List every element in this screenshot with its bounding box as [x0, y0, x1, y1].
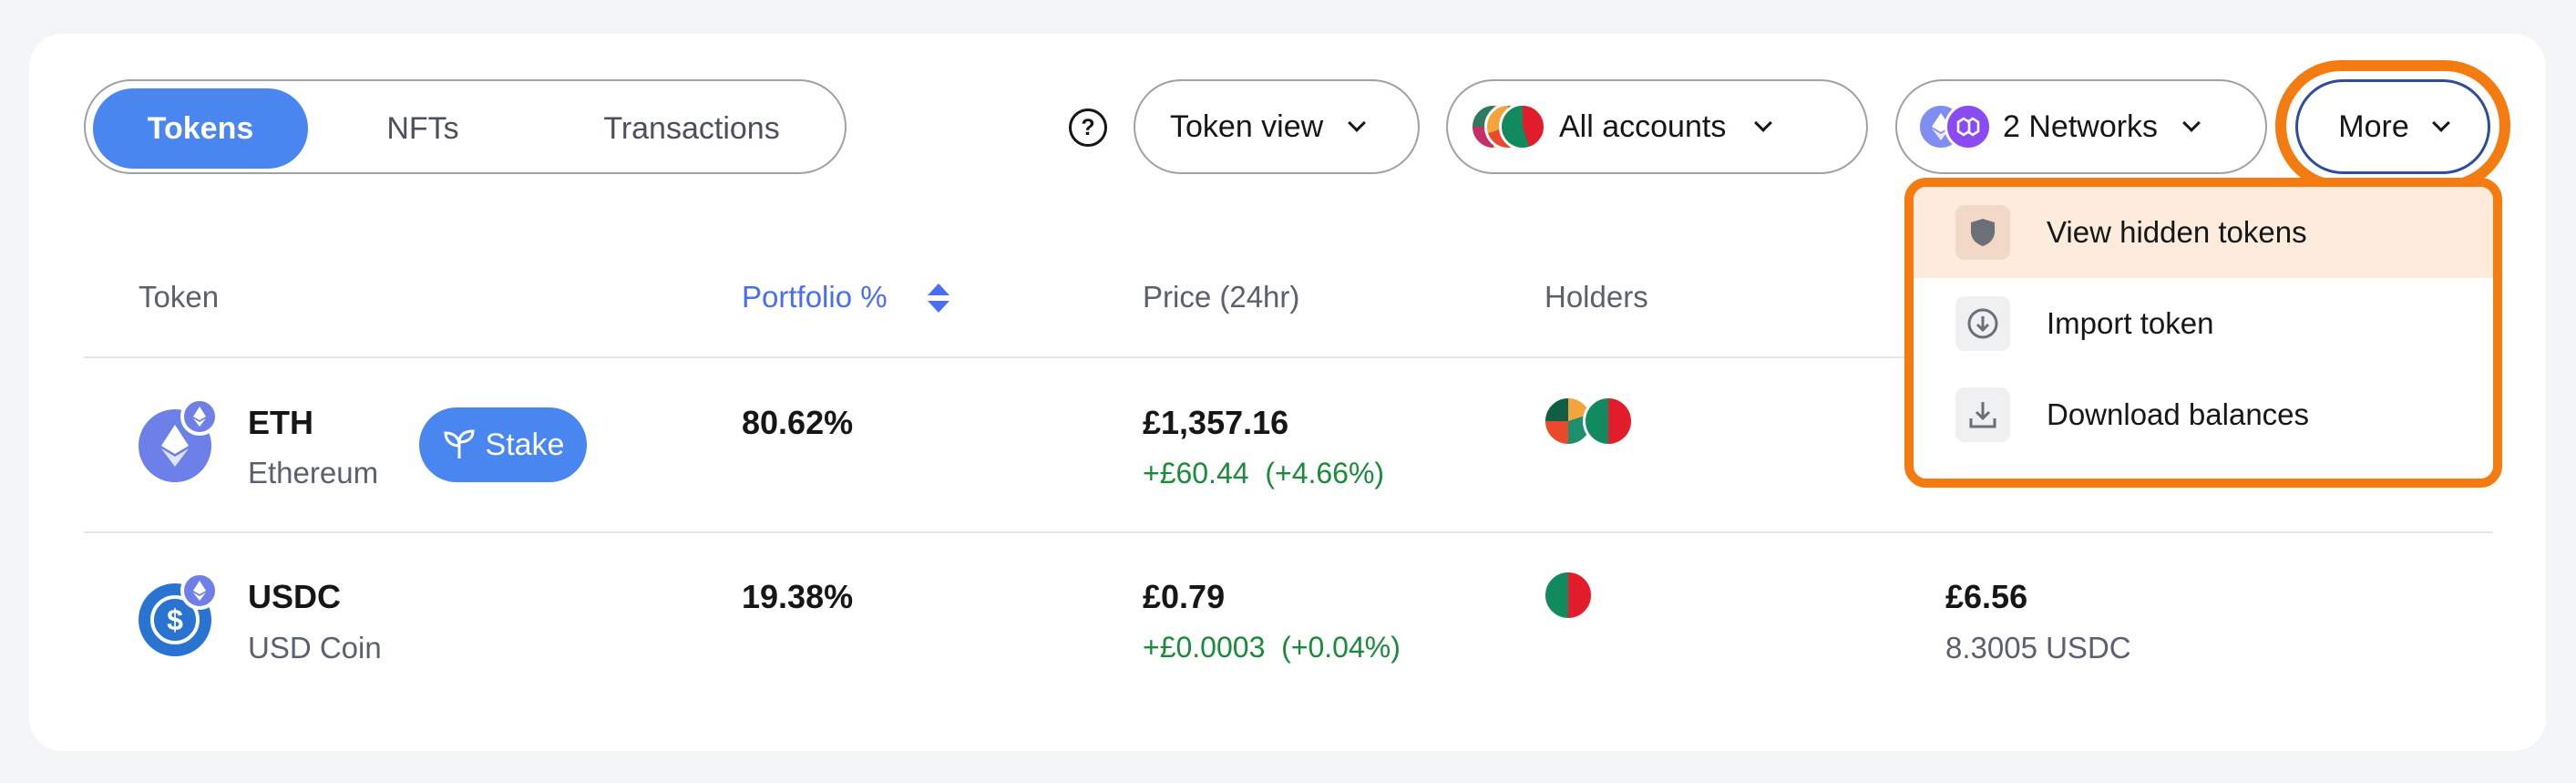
header-token: Token — [139, 280, 220, 314]
download-icon — [1955, 387, 2010, 442]
price-change-percent: (+0.04%) — [1281, 631, 1401, 664]
more-menu: View hidden tokens Import token Download… — [1914, 187, 2493, 479]
price-change: +£0.0003 (+0.04%) — [1143, 631, 1401, 665]
stake-label: Stake — [485, 427, 565, 462]
token-price: £0.79 — [1143, 578, 1226, 615]
holder-avatar — [1583, 396, 1634, 447]
menu-item-import-token[interactable]: Import token — [1914, 278, 2493, 369]
arrow-down-circle-icon — [1955, 296, 2010, 351]
chevron-down-icon — [2182, 114, 2201, 132]
sprout-icon — [444, 429, 475, 458]
more-button[interactable]: More — [2295, 79, 2490, 174]
chevron-down-icon — [2431, 114, 2450, 132]
header-holders: Holders — [1545, 280, 1648, 314]
avatar — [1499, 103, 1546, 150]
shield-icon — [1955, 205, 2010, 260]
tab-nfts[interactable]: NFTs — [332, 88, 514, 169]
token-view-label: Token view — [1170, 108, 1324, 144]
token-balance: £6.56 — [1945, 578, 2028, 615]
token-price: £1,357.16 — [1143, 404, 1289, 441]
more-label: More — [2338, 108, 2409, 144]
price-change-amount: +£60.44 — [1143, 457, 1249, 489]
question-circle-icon[interactable]: ? — [1069, 108, 1107, 147]
chevron-down-icon — [1348, 114, 1367, 132]
asset-tabs: Tokens NFTs Transactions — [84, 79, 847, 174]
token-balance-amount: 8.3005 USDC — [1945, 631, 2131, 665]
menu-item-label: Download balances — [2047, 397, 2310, 431]
tab-transactions[interactable]: Transactions — [559, 88, 824, 169]
network-icons — [1917, 103, 1992, 150]
chevron-down-icon — [1754, 114, 1773, 132]
portfolio-percent: 19.38% — [742, 578, 854, 615]
networks-label: 2 Networks — [2003, 108, 2159, 144]
networks-dropdown[interactable]: 2 Networks — [1895, 79, 2267, 174]
portfolio-percent: 80.62% — [742, 404, 854, 441]
accounts-dropdown[interactable]: All accounts — [1446, 79, 1868, 174]
price-change-percent: (+4.66%) — [1265, 457, 1385, 489]
menu-item-label: View hidden tokens — [2047, 215, 2307, 249]
price-change: +£60.44 (+4.66%) — [1143, 457, 1384, 490]
account-avatars — [1470, 103, 1546, 150]
holder-avatar — [1543, 570, 1594, 621]
header-portfolio[interactable]: Portfolio % — [742, 280, 888, 314]
ethereum-network-badge — [180, 397, 219, 436]
menu-item-download-balances[interactable]: Download balances — [1914, 369, 2493, 460]
divider — [84, 531, 2493, 533]
stake-button[interactable]: Stake — [419, 407, 587, 482]
token-symbol: USDC — [248, 578, 342, 615]
token-name: Ethereum — [248, 456, 379, 489]
sort-icon[interactable] — [927, 280, 950, 316]
header-price: Price (24hr) — [1143, 280, 1300, 314]
token-name: USD Coin — [248, 631, 382, 665]
menu-item-label: Import token — [2047, 306, 2214, 340]
svg-text:$: $ — [167, 603, 183, 636]
polygon-icon — [1945, 103, 1992, 150]
token-symbol: ETH — [248, 404, 313, 441]
menu-item-view-hidden-tokens[interactable]: View hidden tokens — [1914, 187, 2493, 278]
token-view-dropdown[interactable]: Token view — [1134, 79, 1420, 174]
price-change-amount: +£0.0003 — [1143, 631, 1266, 664]
ethereum-network-badge — [180, 572, 219, 610]
tab-tokens[interactable]: Tokens — [93, 88, 308, 169]
accounts-label: All accounts — [1559, 108, 1727, 144]
